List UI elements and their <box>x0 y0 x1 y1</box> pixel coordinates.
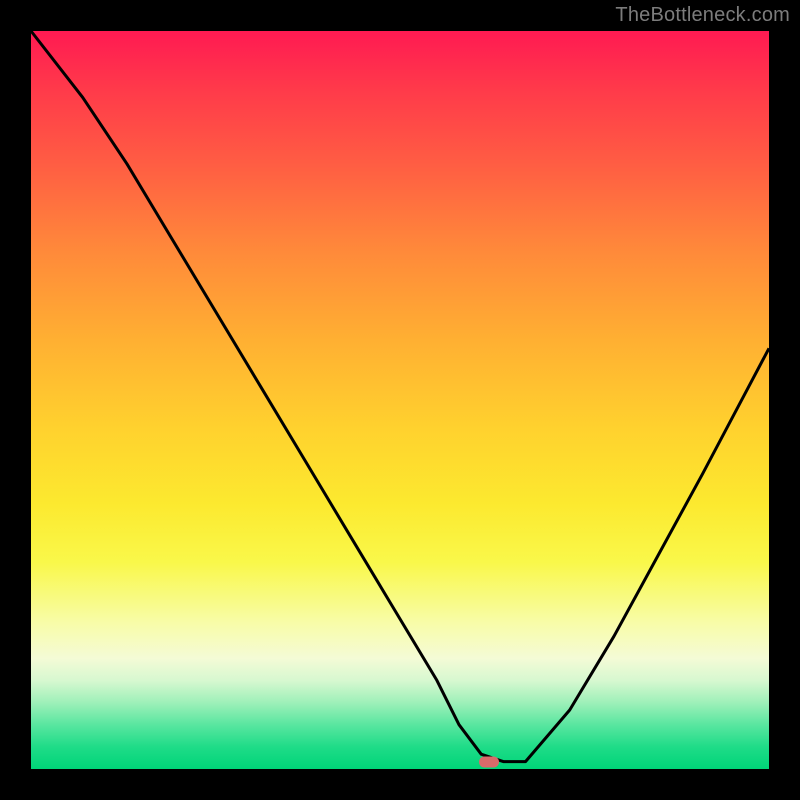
chart-frame: TheBottleneck.com <box>0 0 800 800</box>
optimal-point-marker <box>479 756 499 767</box>
watermark-text: TheBottleneck.com <box>615 4 790 27</box>
plot-area <box>31 31 769 769</box>
curve-svg <box>31 31 769 769</box>
bottleneck-curve-path <box>31 31 769 762</box>
